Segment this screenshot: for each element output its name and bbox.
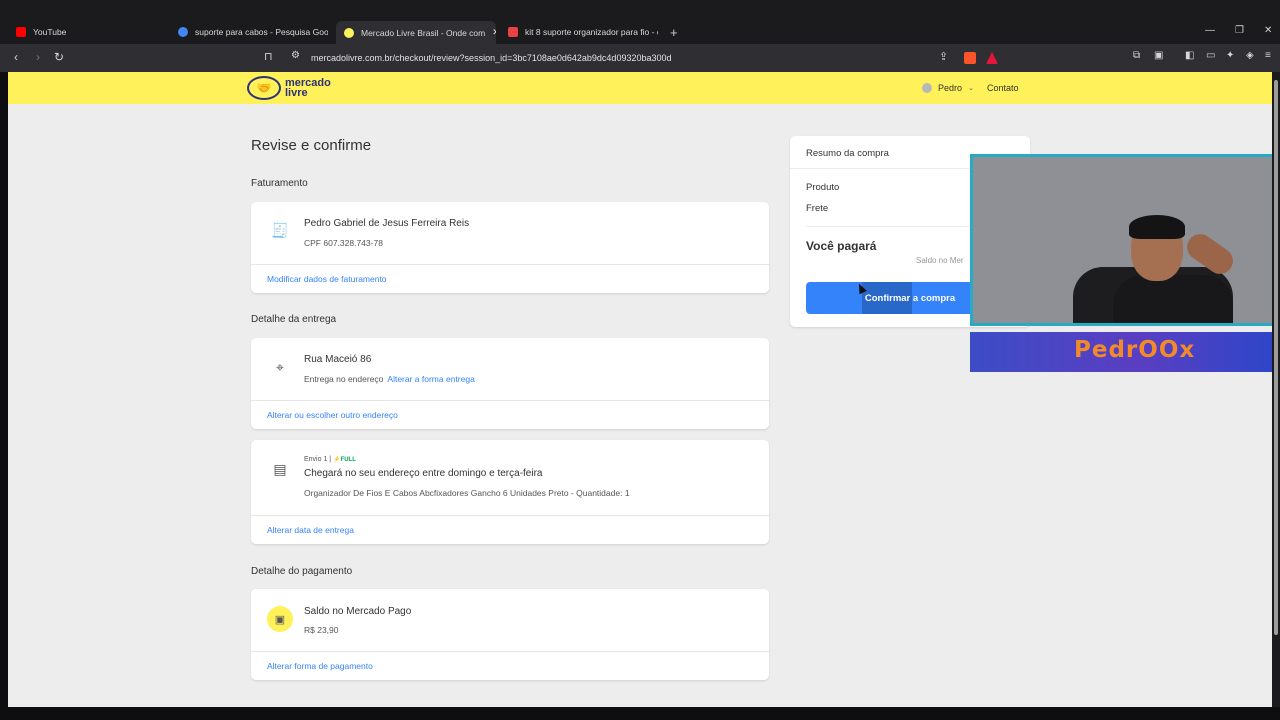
payment-amount: R$ 23,90 [304,625,339,635]
payment-card: ▣ Saldo no Mercado Pago R$ 23,90 Alterar… [251,589,769,680]
site-info-icon[interactable]: ⚙ [291,50,300,61]
billing-section-title: Faturamento [251,178,308,189]
delivery-mode: Entrega no endereço Alterar a forma entre… [304,374,475,384]
tab-title: YouTube [33,27,67,37]
payment-method: Saldo no Mercado Pago [304,606,412,617]
streamer-brand-banner: PedrOOx [970,332,1275,372]
delivery-address: Rua Maceió 86 [304,354,372,365]
bottom-edge [0,707,1280,720]
webcam-person-hair [1129,215,1185,239]
user-menu[interactable]: Pedro ⌄ [922,83,974,93]
vpn-icon[interactable]: ◈ [1246,50,1254,61]
you-pay-label: Você pagará [806,239,877,253]
tab-title: suporte para cabos - Pesquisa Google [195,27,328,37]
tab-mercado-livre[interactable]: Mercado Livre Brasil - Onde com ✕ [336,21,496,44]
user-name: Pedro [938,83,963,93]
tab-title: kit 8 suporte organizador para fio - c [525,27,658,37]
scrollbar-thumb[interactable] [1274,80,1278,635]
bookmark-icon[interactable]: ⊓ [264,50,273,63]
sidebar-icon[interactable]: ◧ [1185,50,1194,61]
summary-product-label: Produto [806,182,840,193]
shipment-item: Organizador De Fios E Cabos Abcfixadores… [304,488,630,498]
shop-favicon-icon [508,27,518,37]
divider [251,400,769,401]
shipment-label: Envio 1 | ⚡FULL [304,456,356,463]
change-delivery-date-link[interactable]: Alterar data de entrega [267,525,354,535]
divider [251,515,769,516]
payment-section-title: Detalhe do pagamento [251,566,353,577]
youtube-favicon-icon [16,27,26,37]
brave-shield-icon[interactable] [964,52,976,64]
maximize-icon[interactable]: ❐ [1235,25,1244,36]
logo-line-2: livre [285,87,308,99]
extensions-icon[interactable]: ⧉ [1133,50,1140,61]
site-header: 🤝 mercado livre Pedro ⌄ Contato [8,72,1272,104]
tab-product-search[interactable]: kit 8 suporte organizador para fio - c [508,22,658,42]
chevron-down-icon: ⌄ [968,85,974,92]
delivery-card: ⌖ Rua Maceió 86 Entrega no endereço Alter… [251,338,769,429]
divider [251,651,769,652]
tab-title: Mercado Livre Brasil - Onde com [361,27,486,38]
address-bar[interactable]: mercadolivre.com.br/checkout/review?sess… [311,53,672,63]
billing-name: Pedro Gabriel de Jesus Ferreira Reis [304,218,470,229]
google-favicon-icon [178,27,188,37]
wallet-icon: ▣ [267,606,293,632]
webcam-person-body [1113,275,1233,323]
change-delivery-mode-link[interactable]: Alterar a forma entrega [387,374,474,384]
modify-billing-link[interactable]: Modificar dados de faturamento [267,274,387,284]
full-badge: ⚡FULL [333,457,356,463]
location-pin-icon: ⌖ [276,358,284,375]
menu-icon[interactable]: ≡ [1265,50,1271,61]
share-icon[interactable]: ⇪ [939,50,948,63]
wallet-icon[interactable]: ▭ [1206,50,1215,61]
browser-toolbar: ‹ › ↻ ⊓ ⚙ mercadolivre.com.br/checkout/r… [0,44,1280,72]
browser-tab-bar: YouTube suporte para cabos - Pesquisa Go… [0,0,1280,44]
change-address-link[interactable]: Alterar ou escolher outro endereço [267,410,398,420]
back-icon[interactable]: ‹ [14,50,18,64]
product-thumbnail-icon: ▤ [273,460,287,477]
new-tab-icon[interactable]: + [670,25,678,40]
billing-card: 🧾 Pedro Gabriel de Jesus Ferreira Reis C… [251,202,769,293]
tab-youtube[interactable]: YouTube [16,22,166,42]
shipment-eta: Chegará no seu endereço entre domingo e … [304,468,543,479]
payment-source-note: Saldo no Mer [916,256,964,265]
page-scrollbar[interactable] [1272,72,1280,707]
receipt-icon: 🧾 [271,221,289,238]
forward-icon[interactable]: › [36,50,40,64]
mercado-livre-logo[interactable]: 🤝 mercado livre [247,76,331,100]
shipment-number: Envio 1 | [304,456,332,463]
page-title: Revise e confirme [251,137,372,154]
divider [251,264,769,265]
delivery-mode-text: Entrega no endereço [304,374,384,384]
summary-shipping-label: Frete [806,203,829,214]
rewards-icon[interactable] [986,52,998,64]
close-window-icon[interactable]: ✕ [1264,25,1272,36]
handshake-icon: 🤝 [247,76,281,100]
streamer-logo: PedrOOx [1074,337,1196,363]
confirm-purchase-label: Confirmar a compra [864,292,956,304]
billing-cpf: CPF 607.328.743-78 [304,238,383,248]
screenshot-icon[interactable]: ▣ [1154,50,1163,61]
reload-icon[interactable]: ↻ [54,50,64,64]
avatar [922,83,932,93]
change-payment-link[interactable]: Alterar forma de pagamento [267,661,373,671]
contact-link[interactable]: Contato [987,83,1019,93]
delivery-section-title: Detalhe da entrega [251,314,337,325]
minimize-icon[interactable]: — [1205,25,1215,36]
tab-google-search[interactable]: suporte para cabos - Pesquisa Google [178,22,328,42]
webcam-overlay [970,154,1275,326]
mercado-livre-favicon-icon [344,27,354,38]
shipment-card: ▤ Envio 1 | ⚡FULL Chegará no seu endereç… [251,440,769,544]
summary-title: Resumo da compra [806,148,889,159]
close-tab-icon[interactable]: ✕ [492,27,496,38]
leo-ai-icon[interactable]: ✦ [1226,50,1234,61]
